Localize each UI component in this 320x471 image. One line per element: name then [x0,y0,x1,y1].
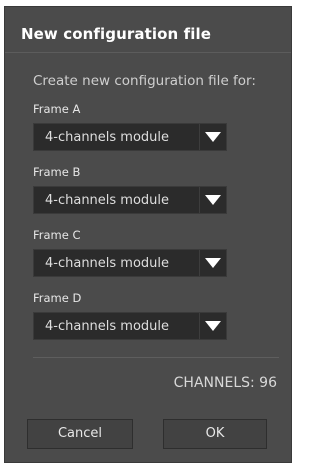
cancel-button[interactable]: Cancel [27,419,133,449]
caret-down-icon [205,321,221,331]
caret-down-icon [205,132,221,142]
frame-d-label: Frame D [33,291,82,305]
frame-b-label: Frame B [33,165,81,179]
frame-c-selected-value: 4-channels module [45,256,170,271]
dialog-subtitle: Create new configuration file for: [33,73,256,89]
frame-a-dropdown-button[interactable] [199,124,226,150]
frame-a-select[interactable]: 4-channels module [33,123,227,151]
frame-c-label: Frame C [33,228,81,242]
frame-d-selected-value: 4-channels module [45,319,170,334]
frame-d-select[interactable]: 4-channels module [33,312,227,340]
new-configuration-dialog: New configuration file Create new config… [4,6,292,463]
frame-b-select[interactable]: 4-channels module [33,186,227,214]
frame-a-label: Frame A [33,102,81,116]
frame-b-dropdown-button[interactable] [199,187,226,213]
title-divider [5,52,291,53]
caret-down-icon [205,258,221,268]
frame-c-dropdown-button[interactable] [199,250,226,276]
channels-count: CHANNELS: 96 [173,375,277,391]
content-divider [33,357,279,358]
ok-button[interactable]: OK [163,419,267,449]
dialog-title: New configuration file [21,25,211,43]
frame-c-select[interactable]: 4-channels module [33,249,227,277]
frame-b-selected-value: 4-channels module [45,193,170,208]
frame-a-selected-value: 4-channels module [45,130,170,145]
caret-down-icon [205,195,221,205]
frame-d-dropdown-button[interactable] [199,313,226,339]
